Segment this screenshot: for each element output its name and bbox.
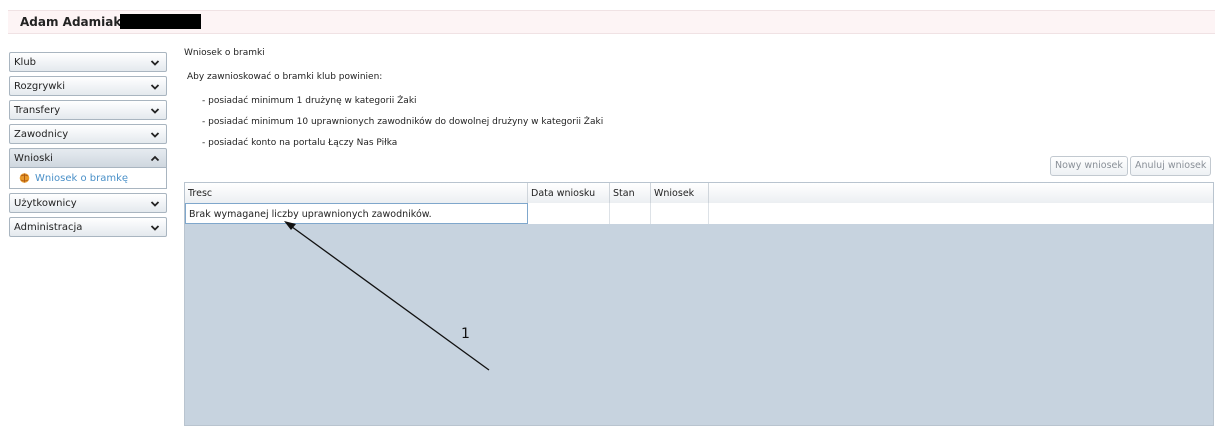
redacted-block [120, 14, 201, 29]
chevron-down-icon [150, 108, 160, 114]
menu-item-label: Wnioski [14, 153, 53, 164]
column-header-data-wniosku[interactable]: Data wniosku [528, 183, 610, 203]
cell-wniosek[interactable] [651, 203, 709, 224]
chevron-up-icon [150, 155, 160, 162]
menu-item-label: Zawodnicy [14, 129, 69, 140]
chevron-down-icon [150, 201, 160, 207]
cell-tresc[interactable]: Brak wymaganej liczby uprawnionych zawod… [185, 203, 528, 224]
chevron-down-icon [150, 225, 160, 231]
user-name: Adam Adamiak, [20, 15, 126, 29]
column-header-label: Stan [613, 188, 635, 199]
column-header-stan[interactable]: Stan [610, 183, 651, 203]
menu-item-rozgrywki[interactable]: Rozgrywki [9, 76, 167, 96]
cell-text: Brak wymaganej liczby uprawnionych zawod… [189, 209, 432, 220]
menu-item-wnioski[interactable]: Wnioski [9, 148, 167, 168]
chevron-down-icon [150, 84, 160, 90]
chevron-down-icon [150, 60, 160, 66]
column-header-tresc[interactable]: Tresc [185, 183, 528, 203]
page-title: Wniosek o bramki [184, 48, 265, 58]
page: Adam Adamiak, Klub Rozgrywki Transfery Z… [0, 0, 1215, 426]
new-request-button[interactable]: Nowy wniosek [1050, 156, 1128, 176]
menu-item-zawodnicy[interactable]: Zawodnicy [9, 124, 167, 144]
requirement-item: - posiadać konto na portalu Łączy Nas Pi… [202, 138, 398, 148]
menu-item-label: Rozgrywki [14, 81, 65, 92]
requirement-item: - posiadać minimum 1 drużynę w kategorii… [202, 96, 417, 106]
column-header-label: Wniosek [654, 188, 695, 199]
top-bar: Adam Adamiak, [8, 10, 1215, 34]
menu-item-uzytkownicy[interactable]: Użytkownicy [9, 193, 167, 213]
requests-grid: Tresc Data wniosku Stan Wniosek Brak wym… [184, 182, 1214, 426]
column-header-wniosek[interactable]: Wniosek [651, 183, 709, 203]
menu-item-klub[interactable]: Klub [9, 52, 167, 72]
sidebar-menu: Klub Rozgrywki Transfery Zawodnicy Wnios… [9, 52, 167, 241]
menu-item-label: Administracja [14, 222, 83, 233]
column-header-label: Data wniosku [531, 188, 596, 199]
submenu-link-label: Wniosek o bramkę [35, 173, 129, 184]
menu-item-transfery[interactable]: Transfery [9, 100, 167, 120]
column-header-label: Tresc [188, 188, 213, 199]
menu-item-label: Użytkownicy [14, 198, 77, 209]
requirement-item: - posiadać minimum 10 uprawnionych zawod… [202, 117, 604, 127]
menu-item-label: Transfery [14, 105, 61, 116]
table-row[interactable]: Brak wymaganej liczby uprawnionych zawod… [185, 203, 1213, 224]
annotation-number: 1 [461, 326, 470, 342]
requirements-intro: Aby zawnioskować o bramki klub powinien: [187, 72, 383, 82]
chevron-down-icon [150, 132, 160, 138]
cell-data-wniosku[interactable] [528, 203, 610, 224]
submenu-wniosek-o-bramke[interactable]: Wniosek o bramkę [9, 168, 167, 189]
goal-icon [19, 173, 30, 183]
menu-item-label: Klub [14, 57, 37, 68]
menu-item-administracja[interactable]: Administracja [9, 217, 167, 237]
cancel-request-button[interactable]: Anuluj wniosek [1130, 156, 1212, 176]
grid-header: Tresc Data wniosku Stan Wniosek [185, 183, 1213, 204]
cell-stan[interactable] [610, 203, 651, 224]
